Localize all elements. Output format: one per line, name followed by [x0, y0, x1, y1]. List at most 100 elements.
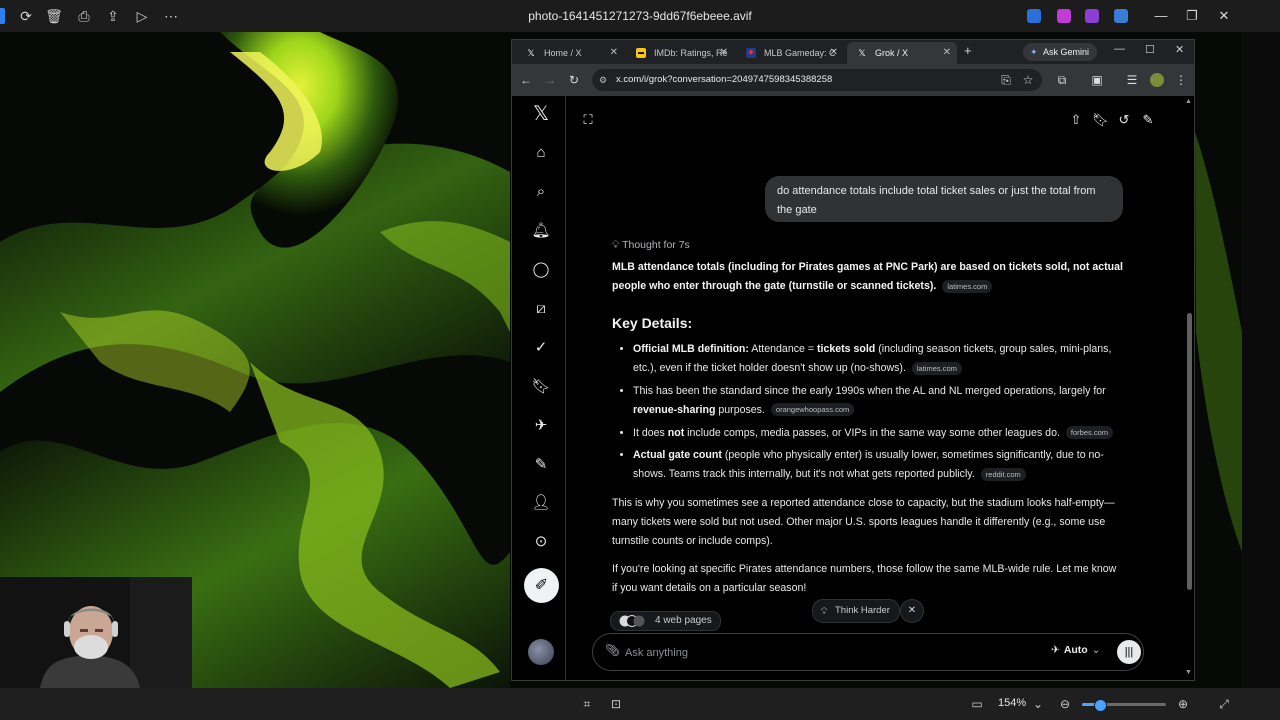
more-icon[interactable]: ⊙ [529, 530, 553, 554]
grok-answer: MLB attendance totals (including for Pir… [612, 258, 1124, 598]
voice-mode-button[interactable]: ||| [1117, 640, 1141, 664]
bookmark-icon[interactable]: 🔖︎ [1092, 112, 1109, 128]
bookmark-star-icon[interactable]: ☆ [1020, 72, 1036, 88]
tab-close-icon[interactable]: ✕ [943, 42, 951, 64]
maximize-icon[interactable]: ❐ [1182, 6, 1202, 26]
fullscreen-icon[interactable]: ⤢ [1216, 696, 1232, 712]
x-logo-icon[interactable]: 𝕏 [529, 102, 553, 126]
ask-anything-input[interactable] [623, 642, 1007, 664]
dismiss-suggestion-icon[interactable]: ✕ [900, 599, 924, 623]
tab-close-icon[interactable]: ✕ [830, 42, 838, 64]
browser-maximize-icon[interactable]: ☐ [1145, 43, 1155, 56]
web-sources-chip[interactable]: 4 web pages [610, 611, 721, 631]
back-icon[interactable]: ← [518, 72, 534, 88]
zoom-dropdown-chevron-icon[interactable]: ⌄ [1030, 696, 1046, 712]
tab-home-x[interactable]: 𝕏 Home / X ✕ [516, 42, 624, 64]
mode-label: Auto [1063, 644, 1088, 656]
communities-icon[interactable]: ✓ [529, 336, 553, 360]
tab-search-icon[interactable]: ▣ [1089, 72, 1105, 88]
page-scrollbar[interactable]: ▲ ▼ [1185, 98, 1193, 678]
thought-label: Thought for 7s [622, 239, 690, 251]
account-avatar[interactable] [528, 639, 554, 665]
bullet-lead: Actual gate count [633, 449, 722, 462]
grok-icon[interactable]: ⧄ [529, 297, 553, 321]
zoom-level[interactable]: 154% [998, 697, 1026, 709]
browser-window: 𝕏 Home / X ✕ ▬ IMDb: Ratings, Re ✕ ◆ MLB… [511, 39, 1195, 681]
zoom-in-icon[interactable]: ⊕ [1175, 696, 1191, 712]
compose-post-button[interactable]: ✐ [524, 568, 559, 603]
list-item: Actual gate count (people who physically… [633, 446, 1124, 484]
zoom-slider[interactable] [1082, 699, 1166, 712]
scroll-down-icon[interactable]: ▼ [1185, 669, 1192, 676]
messages-icon[interactable]: ◯ [529, 258, 553, 282]
address-bar[interactable]: ⚙ x.com/i/grok?conversation=204974759834… [592, 69, 1042, 91]
install-app-icon[interactable]: ⎘ [998, 72, 1014, 88]
search-icon[interactable]: ⌕ [529, 180, 553, 204]
browser-minimize-icon[interactable]: — [1114, 43, 1125, 55]
tab-close-icon[interactable]: ✕ [720, 42, 728, 64]
citation-chip[interactable]: orangewhoopass.com [770, 403, 855, 417]
attach-paperclip-icon[interactable]: 📎︎ [605, 643, 620, 657]
site-info-icon[interactable]: ⚙ [599, 69, 607, 91]
mlb-icon: ◆ [746, 48, 756, 58]
bookmarks-icon[interactable]: 🔖︎ [529, 375, 553, 399]
media-controls-icon[interactable]: ☰ [1124, 72, 1140, 88]
key-details-list: Official MLB definition: Attendance = ti… [612, 340, 1124, 484]
answer-paragraph: This is why you sometimes see a reported… [612, 496, 1115, 547]
reload-icon[interactable]: ↻ [566, 72, 582, 88]
crop-icon[interactable]: ⌗ [579, 696, 595, 712]
x-logo-icon: 𝕏 [858, 48, 866, 58]
forward-icon[interactable]: → [542, 72, 558, 88]
browser-menu-icon[interactable]: ⋮ [1173, 72, 1189, 88]
scroll-thumb[interactable] [1187, 313, 1192, 590]
cloud-icon[interactable] [1114, 9, 1128, 23]
articles-icon[interactable]: ✎ [529, 453, 553, 477]
list-item: It does not include comps, media passes,… [633, 424, 1124, 443]
citation-chip[interactable]: latimes.com [942, 279, 993, 293]
ask-gemini-button[interactable]: ✦ Ask Gemini [1023, 43, 1098, 61]
answer-intro: MLB attendance totals (including for Pir… [612, 258, 1124, 296]
tab-label: Home / X [544, 48, 582, 58]
new-tab-icon[interactable]: + [964, 43, 972, 58]
home-icon[interactable]: ⌂ [529, 141, 553, 165]
new-chat-icon[interactable]: ✎ [1140, 112, 1156, 128]
answer-paragraph: If you're looking at specific Pirates at… [612, 563, 1117, 595]
bullet-text: Attendance = [748, 343, 817, 356]
model-mode-selector[interactable]: ✈ Auto ⌄ [1051, 644, 1101, 656]
thought-indicator[interactable]: 💡︎ Thought for 7s [612, 239, 690, 252]
source-favicons-icon [619, 615, 645, 627]
notifications-bell-icon[interactable]: 🔔︎ [529, 219, 553, 243]
browser-close-icon[interactable]: ✕ [1175, 43, 1184, 56]
tab-mlb-gameday[interactable]: ◆ MLB Gameday: C ✕ [736, 42, 844, 64]
history-icon[interactable]: ↺ [1116, 112, 1132, 128]
think-harder-label: Think Harder [835, 605, 890, 616]
zoom-out-icon[interactable]: ⊖ [1057, 696, 1073, 712]
profile-avatar-icon[interactable] [1150, 73, 1164, 87]
bullet-text: include comps, media passes, or VIPs in … [684, 426, 1060, 439]
share-export-icon[interactable]: ⇧ [1068, 112, 1084, 128]
sources-label: 4 web pages [655, 615, 712, 626]
premium-rocket-icon[interactable]: ✈ [529, 414, 553, 438]
list-item: Official MLB definition: Attendance = ti… [633, 340, 1124, 378]
extensions-icon[interactable]: ⧉ [1054, 72, 1070, 88]
citation-chip[interactable]: reddit.com [980, 467, 1026, 481]
tab-close-icon[interactable]: ✕ [610, 42, 618, 64]
citation-chip[interactable]: forbes.com [1065, 426, 1114, 440]
visual-search-icon[interactable]: ⊡ [608, 696, 624, 712]
minimize-icon[interactable]: — [1151, 6, 1171, 26]
think-harder-button[interactable]: 💡︎ Think Harder [812, 599, 900, 623]
scroll-up-icon[interactable]: ▲ [1185, 98, 1192, 105]
fit-to-window-icon[interactable]: ▭ [969, 696, 985, 712]
app-tray-icon-3[interactable] [1085, 9, 1099, 23]
app-tray-icon-1[interactable] [1027, 9, 1041, 23]
app-tray-icon-2[interactable] [1057, 9, 1071, 23]
profile-icon[interactable]: 👤︎ [529, 491, 553, 515]
viewer-toolbar: ⟳ 🗑 ⎙ ⇪ ▷ ⋯ photo-1641451271273-9dd67f6e… [0, 0, 1280, 32]
bullet-lead: Official MLB definition: [633, 343, 749, 356]
expand-icon[interactable]: ⛶ [580, 112, 596, 128]
citation-chip[interactable]: latimes.com [911, 361, 962, 375]
tab-imdb[interactable]: ▬ IMDb: Ratings, Re ✕ [626, 42, 734, 64]
tab-grok[interactable]: 𝕏 Grok / X ✕ [847, 42, 957, 64]
close-icon[interactable]: ✕ [1214, 6, 1234, 26]
imdb-icon: ▬ [636, 48, 646, 58]
